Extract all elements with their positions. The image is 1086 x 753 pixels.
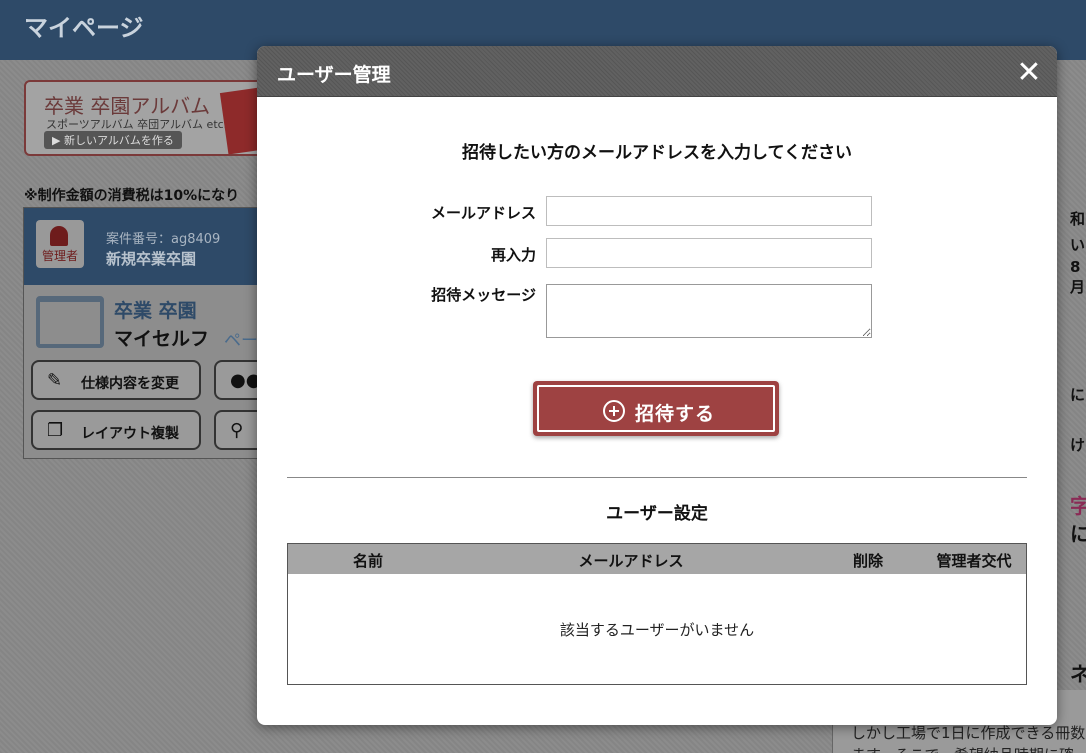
admin-person-icon [50, 226, 68, 246]
page-title: マイページ [24, 14, 144, 42]
plus-circle-icon [603, 400, 625, 422]
user-settings-title: ユーザー設定 [606, 504, 708, 524]
email-label: メールアドレス [430, 204, 536, 222]
column-admin-transfer: 管理者交代 [936, 552, 1012, 570]
open-book-icon [36, 296, 104, 348]
confirm-email-field[interactable] [546, 238, 872, 268]
invite-button-label: 招待する [635, 403, 716, 425]
column-delete: 削除 [852, 552, 883, 570]
side-text: に [1070, 386, 1086, 404]
project-card-header: 管理者 案件番号：ag8409 新規卒業卒園 [24, 208, 272, 285]
copy-icon: ❐ [47, 420, 64, 441]
side-text: 8月 [1070, 258, 1086, 296]
side-text: い [1070, 236, 1086, 254]
change-spec-label: 仕様内容を変更 [81, 376, 179, 392]
user-table: 名前 メールアドレス 削除 管理者交代 該当するユーザーがいません [287, 543, 1027, 685]
card-brand: 卒業 卒園 [114, 300, 197, 322]
modal-title: ユーザー管理 [277, 64, 391, 86]
admin-badge: 管理者 [36, 220, 84, 268]
project-card: 管理者 案件番号：ag8409 新規卒業卒園 卒業 卒園 マイセルフ ペー ✎ … [23, 207, 274, 459]
divider [287, 477, 1027, 478]
info-line-2: ます。そこで、希望納品時期に確 [851, 744, 1074, 753]
column-name: 名前 [352, 552, 383, 570]
banner-title: 卒業 卒園アルバム [44, 94, 211, 118]
case-name: 新規卒業卒園 [106, 250, 197, 268]
info-line-1: しかし工場で1日に作成できる冊数 [851, 724, 1086, 742]
table-header: 名前 メールアドレス 削除 管理者交代 [288, 544, 1026, 574]
invite-instruction: 招待したい方のメールアドレスを入力してください [462, 143, 852, 163]
card-product-suffix: ペー [224, 331, 258, 351]
side-text: に [1070, 522, 1086, 546]
side-text: 和 [1070, 210, 1086, 228]
edit-icon: ✎ [47, 370, 63, 391]
empty-state-message: 該当するユーザーがいません [559, 621, 755, 639]
invite-button-frame: 招待する [537, 385, 775, 432]
user-management-modal: ユーザー管理 ✕ 招待したい方のメールアドレスを入力してください メールアドレス… [257, 46, 1057, 725]
duplicate-layout-label: レイアウト複製 [81, 426, 179, 442]
tax-note: ※制作金額の消費税は10%になり [24, 188, 240, 204]
column-email: メールアドレス [578, 552, 684, 570]
card-product-name: マイセルフ [114, 328, 210, 350]
side-text: ネ [1070, 662, 1086, 686]
side-text: 字 [1070, 494, 1086, 518]
banner-cta[interactable]: ▶ 新しいアルバムを作る [44, 131, 182, 149]
invite-message-field[interactable] [546, 284, 872, 338]
search-icon: ⚲ [230, 420, 244, 441]
admin-badge-label: 管理者 [41, 249, 78, 263]
confirm-email-label: 再入力 [490, 246, 536, 264]
new-album-banner[interactable]: 卒業 卒園アルバム スポーツアルバム 卒団アルバム etc. ▶ 新しいアルバム… [24, 80, 269, 156]
invite-button[interactable]: 招待する [533, 381, 779, 436]
email-field[interactable] [546, 196, 872, 226]
case-number: 案件番号：ag8409 [106, 232, 221, 247]
duplicate-layout-button[interactable]: ❐ レイアウト複製 [31, 410, 201, 450]
change-spec-button[interactable]: ✎ 仕様内容を変更 [31, 360, 201, 400]
banner-subtitle: スポーツアルバム 卒団アルバム etc. [46, 118, 228, 131]
side-text: け [1070, 436, 1086, 454]
modal-header: ユーザー管理 ✕ [257, 46, 1057, 97]
right-side-content: 和 い 8月 に け 字 に ネ [1060, 60, 1086, 753]
close-icon[interactable]: ✕ [1013, 58, 1045, 90]
invite-message-label: 招待メッセージ [431, 286, 536, 304]
